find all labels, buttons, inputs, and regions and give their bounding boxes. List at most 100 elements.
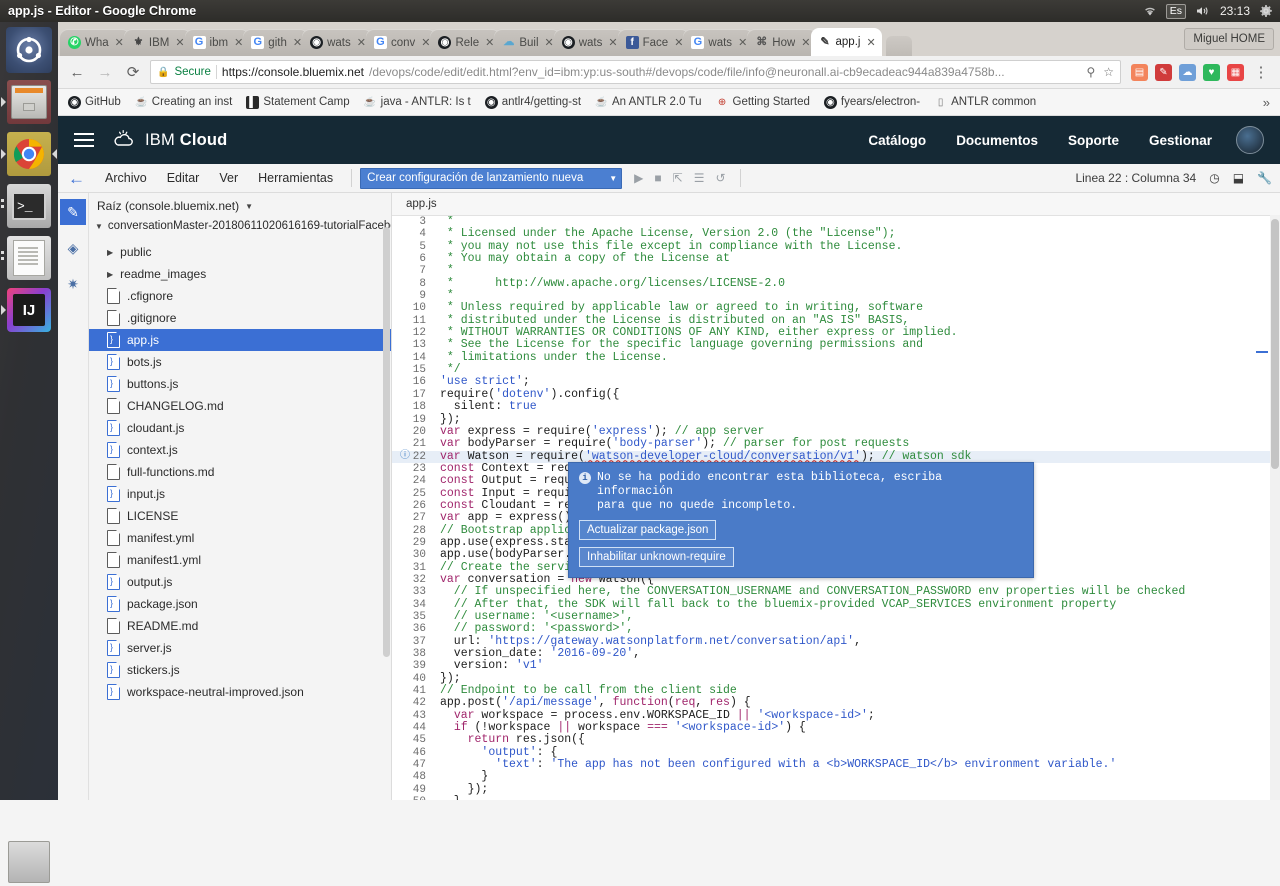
browser-tab[interactable]: ⚜IBM ✕ — [124, 29, 191, 56]
browser-tab[interactable]: ✆Wha✕ — [60, 29, 130, 56]
tree-file-full-functions-md[interactable]: full-functions.md — [89, 461, 391, 483]
logs-icon[interactable]: ☰ — [694, 171, 705, 185]
tree-file-stickers-js[interactable]: stickers.js — [89, 659, 391, 681]
extension-icon-1[interactable]: ▤ — [1131, 64, 1148, 81]
launch-configuration-select[interactable]: Crear configuración de lanzamiento nueva… — [360, 168, 622, 189]
close-icon[interactable]: ✕ — [545, 36, 554, 49]
browser-tab[interactable]: Gwats✕ — [683, 29, 753, 56]
editor-scrollbar[interactable] — [1270, 215, 1280, 800]
close-icon[interactable]: ✕ — [801, 36, 810, 49]
editor-tab-app-js[interactable]: app.js — [406, 198, 437, 210]
bookmark-item[interactable]: ▯ANTLR common — [934, 96, 1036, 109]
bookmark-item[interactable]: ⊕Getting Started — [716, 96, 810, 109]
tree-file-gitignore[interactable]: .gitignore — [89, 307, 391, 329]
ubuntu-dash-icon[interactable] — [5, 26, 53, 74]
hamburger-icon[interactable] — [74, 133, 94, 146]
back-icon[interactable]: ← — [66, 61, 88, 83]
keyboard-layout-indicator[interactable]: Es — [1166, 4, 1186, 19]
tree-file-cloudant-js[interactable]: cloudant.js — [89, 417, 391, 439]
new-tab-button[interactable] — [886, 36, 912, 56]
editor-scroll-thumb[interactable] — [1271, 219, 1279, 469]
tree-file-changelog-md[interactable]: CHANGELOG.md — [89, 395, 391, 417]
extension-icon-4[interactable]: ♥ — [1203, 64, 1220, 81]
close-icon[interactable]: ✕ — [421, 36, 430, 49]
chrome-icon[interactable] — [5, 130, 53, 178]
bookmark-item[interactable]: ☕An ANTLR 2.0 Tu — [595, 96, 702, 109]
tree-folder-public[interactable]: ▶public — [89, 241, 391, 263]
tree-file-workspace-neutral-improved-json[interactable]: workspace-neutral-improved.json — [89, 681, 391, 703]
chrome-menu-icon[interactable]: ⋮ — [1250, 61, 1272, 83]
close-icon[interactable]: ✕ — [357, 36, 366, 49]
open-external-icon[interactable]: ⇱ — [673, 171, 683, 185]
tree-file-context-js[interactable]: context.js — [89, 439, 391, 461]
browser-tab[interactable]: ◉Rele✕ — [430, 29, 500, 56]
bookmark-star-icon[interactable]: ☆ — [1103, 65, 1114, 79]
close-icon[interactable]: ✕ — [608, 36, 617, 49]
tree-file-package-json[interactable]: package.json — [89, 593, 391, 615]
info-icon[interactable]: ⓘ — [400, 451, 410, 463]
wifi-icon[interactable] — [1143, 5, 1157, 17]
extension-icon-5[interactable]: ▦ — [1227, 64, 1244, 81]
wrench-icon[interactable]: 🔧 — [1257, 171, 1272, 185]
code-line[interactable]: 8 * http://www.apache.org/licenses/LICEN… — [392, 278, 1280, 290]
browser-tab[interactable]: ⌘How✕ — [747, 29, 816, 56]
back-arrow-icon[interactable]: ← — [66, 170, 95, 187]
nav-catalogo[interactable]: Catálogo — [868, 133, 926, 148]
file-tree-root[interactable]: Raíz (console.bluemix.net) ▼ — [89, 193, 391, 217]
text-editor-icon[interactable] — [5, 234, 53, 282]
tree-file-readme-md[interactable]: README.md — [89, 615, 391, 637]
tree-file-input-js[interactable]: input.js — [89, 483, 391, 505]
run-icon[interactable]: ▶ — [634, 171, 643, 185]
save-password-icon[interactable]: ⚲ — [1086, 65, 1095, 79]
code-line[interactable]: 48 } — [392, 771, 1280, 783]
code-line[interactable]: 6 * You may obtain a copy of the License… — [392, 253, 1280, 265]
code-line[interactable]: 49 }); — [392, 784, 1280, 796]
tree-file-server-js[interactable]: server.js — [89, 637, 391, 659]
bookmark-item[interactable]: ▌Statement Camp — [246, 96, 349, 109]
bookmarks-overflow-button[interactable]: » — [1263, 95, 1270, 110]
menu-ver[interactable]: Ver — [209, 171, 248, 185]
tree-file-cfignore[interactable]: .cfignore — [89, 285, 391, 307]
actualizar-package-json-button[interactable]: Actualizar package.json — [579, 520, 716, 540]
clock[interactable]: 23:13 — [1220, 4, 1250, 18]
menu-archivo[interactable]: Archivo — [95, 171, 157, 185]
files-icon[interactable] — [5, 78, 53, 126]
code-line[interactable]: 39 version: 'v1' — [392, 660, 1280, 672]
file-tree-scrollbar[interactable] — [383, 227, 390, 657]
tree-file-bots-js[interactable]: bots.js — [89, 351, 391, 373]
user-avatar[interactable] — [1236, 126, 1264, 154]
tree-file-app-js[interactable]: app.js — [89, 329, 391, 351]
browser-tab[interactable]: ◉wats✕ — [554, 29, 624, 56]
browser-tab[interactable]: ◉wats✕ — [302, 29, 372, 56]
menu-herramientas[interactable]: Herramientas — [248, 171, 343, 185]
settings-gear-icon[interactable] — [1259, 4, 1273, 18]
extension-icon-2[interactable]: ✎ — [1155, 64, 1172, 81]
unknown-require-hint-popup[interactable]: i No se ha podido encontrar esta bibliot… — [568, 462, 1034, 578]
trash-icon[interactable] — [5, 838, 53, 886]
code-line[interactable]: 47 'text': 'The app has not been configu… — [392, 759, 1280, 771]
inhabilitar-unknown-require-button[interactable]: Inhabilitar unknown-require — [579, 547, 734, 567]
close-icon[interactable]: ✕ — [175, 36, 184, 49]
close-icon[interactable]: ✕ — [293, 36, 302, 49]
volume-icon[interactable] — [1195, 5, 1211, 17]
stop-icon[interactable]: ■ — [654, 171, 661, 185]
bookmark-item[interactable]: ☕Creating an inst — [135, 96, 233, 109]
tree-file-manifest-yml[interactable]: manifest.yml — [89, 527, 391, 549]
git-branch-icon[interactable]: ◈ — [60, 235, 86, 261]
code-line[interactable]: 18 silent: true — [392, 401, 1280, 413]
split-view-icon[interactable]: ⬓ — [1233, 171, 1244, 185]
browser-tab[interactable]: Gconv✕ — [366, 29, 437, 56]
close-icon[interactable]: ✕ — [674, 36, 683, 49]
file-tree-project[interactable]: ▼ conversationMaster-20180611020616169-t… — [89, 217, 391, 235]
terminal-icon[interactable]: >_ — [5, 182, 53, 230]
bookmark-item[interactable]: ◉fyears/electron- — [824, 96, 920, 109]
edit-code-icon[interactable]: ✎ — [60, 199, 86, 225]
browser-tab-active[interactable]: ✎app.j✕ — [811, 28, 882, 56]
menu-editar[interactable]: Editar — [157, 171, 210, 185]
settings-gear-icon[interactable]: ✷ — [60, 271, 86, 297]
nav-soporte[interactable]: Soporte — [1068, 133, 1119, 148]
bookmark-item[interactable]: ◉GitHub — [68, 96, 121, 109]
intellij-icon[interactable]: IJ — [5, 286, 53, 334]
close-icon[interactable]: ✕ — [234, 36, 243, 49]
close-icon[interactable]: ✕ — [115, 36, 124, 49]
